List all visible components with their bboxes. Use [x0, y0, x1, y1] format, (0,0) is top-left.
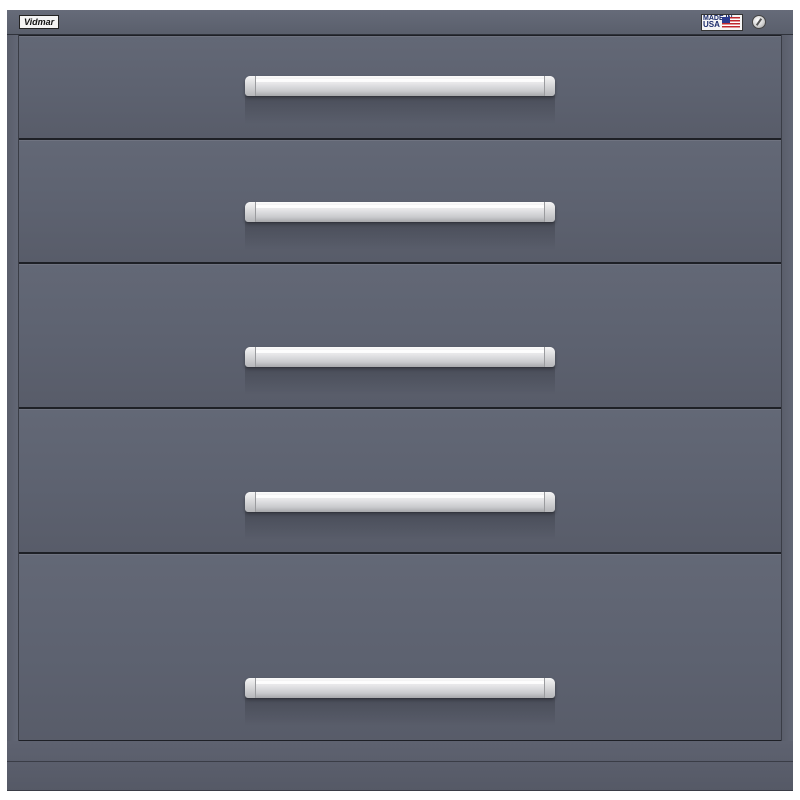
- cabinet-left-side: [7, 35, 19, 741]
- brand-logo: Vidmar: [19, 15, 60, 29]
- drawer-handle[interactable]: [245, 492, 555, 512]
- base-divider: [7, 761, 793, 762]
- handle-end-cap: [544, 202, 555, 222]
- drawer-handle[interactable]: [245, 76, 555, 96]
- handle-end-cap: [544, 347, 555, 367]
- cabinet-top-band: Vidmar MADE IN USA: [7, 10, 793, 35]
- us-flag-icon: [722, 17, 740, 28]
- key-lock-icon[interactable]: [752, 15, 766, 29]
- handle-end-cap: [245, 492, 256, 512]
- drawer-handle[interactable]: [245, 678, 555, 698]
- handle-end-cap: [544, 76, 555, 96]
- drawer-1[interactable]: [19, 35, 781, 139]
- cabinet: Vidmar MADE IN USA: [7, 10, 793, 791]
- handle-shadow: [245, 96, 555, 124]
- drawer-3[interactable]: [19, 263, 781, 408]
- drawer-4[interactable]: [19, 408, 781, 553]
- handle-end-cap: [245, 76, 256, 96]
- cabinet-right-side: [781, 35, 793, 741]
- country-label: USA: [703, 20, 720, 29]
- handle-shadow: [245, 222, 555, 250]
- made-in-usa-badge: MADE IN USA: [701, 14, 743, 31]
- handle-end-cap: [245, 202, 256, 222]
- cabinet-base: [7, 741, 793, 791]
- handle-shadow: [245, 367, 555, 395]
- handle-end-cap: [245, 678, 256, 698]
- drawer-2[interactable]: [19, 139, 781, 263]
- handle-end-cap: [544, 492, 555, 512]
- drawer-handle[interactable]: [245, 347, 555, 367]
- drawer-5[interactable]: [19, 553, 781, 741]
- handle-shadow: [245, 698, 555, 726]
- handle-end-cap: [245, 347, 256, 367]
- handle-shadow: [245, 512, 555, 540]
- base-divider: [7, 790, 793, 791]
- drawer-handle[interactable]: [245, 202, 555, 222]
- handle-end-cap: [544, 678, 555, 698]
